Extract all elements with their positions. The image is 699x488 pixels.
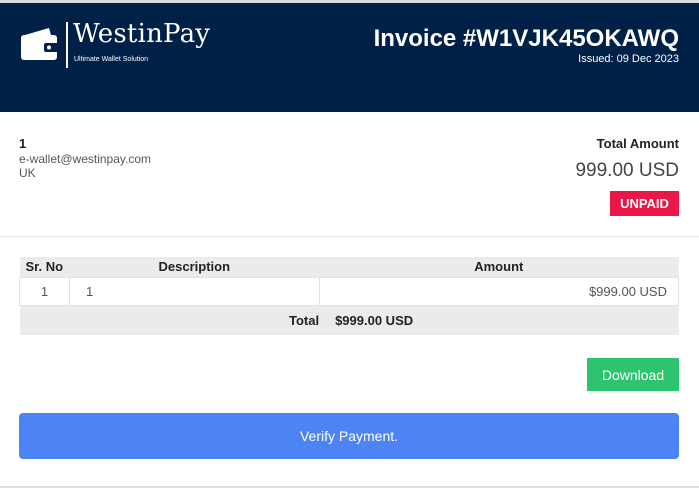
total-amount-value: 999.00 USD — [575, 160, 679, 181]
table-total-label: Total — [19, 305, 320, 335]
cell-description: 1 — [68, 276, 320, 306]
verify-payment-button[interactable]: Verify Payment. — [19, 413, 679, 459]
cell-sr-no: 1 — [19, 276, 70, 306]
issued-date: Issued: 09 Dec 2023 — [578, 53, 679, 65]
brand-tagline: Ultimate Wallet Solution — [74, 56, 149, 63]
invoice-title: Invoice #W1VJK45OKAWQ — [373, 25, 679, 52]
table-total-row: Total $999.00 USD — [19, 305, 679, 335]
section-divider — [0, 236, 699, 237]
invoice-header: WestinPay Ultimate Wallet Solution Invoi… — [0, 3, 699, 112]
table-row: 1 1 $999.00 USD — [19, 276, 680, 306]
column-header-amount: Amount — [319, 257, 679, 277]
customer-email: e-wallet@westinpay.com — [19, 152, 152, 166]
status-badge: UNPAID — [610, 191, 679, 216]
issued-label: Issued: — [578, 53, 614, 65]
table-total-value: $999.00 USD — [319, 305, 679, 335]
brand-logo: WestinPay Ultimate Wallet Solution — [19, 19, 219, 72]
invoice-card: WestinPay Ultimate Wallet Solution Invoi… — [0, 3, 699, 486]
invoice-items-table: Sr. No Description Amount 1 1 $999.00 US… — [19, 257, 680, 335]
total-amount-label: Total Amount — [596, 136, 679, 151]
customer-country: UK — [19, 166, 36, 180]
issued-date-value: 09 Dec 2023 — [616, 53, 679, 65]
download-button[interactable]: Download — [587, 358, 679, 391]
column-header-sr-no: Sr. No — [19, 257, 70, 277]
brand-name: WestinPay — [73, 19, 211, 49]
cell-amount: $999.00 USD — [318, 276, 680, 306]
wallet-icon — [21, 28, 59, 60]
column-header-description: Description — [69, 257, 320, 277]
table-header-row: Sr. No Description Amount — [19, 257, 679, 277]
customer-name: 1 — [19, 136, 27, 151]
logo-divider — [66, 22, 68, 68]
